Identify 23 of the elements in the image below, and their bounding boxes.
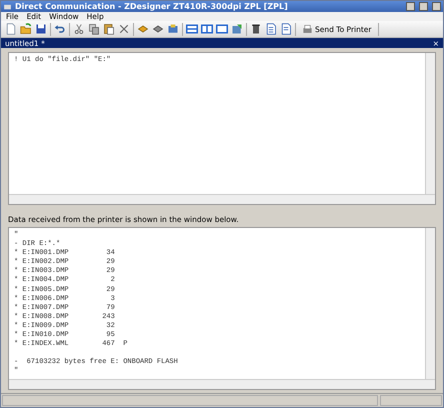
delete-icon[interactable] — [118, 23, 130, 36]
split-horizontal-icon[interactable] — [186, 23, 198, 36]
vertical-scrollbar[interactable] — [425, 53, 435, 194]
horizontal-scrollbar[interactable] — [9, 379, 435, 390]
document-icon[interactable] — [280, 23, 292, 36]
open-folder-icon[interactable] — [20, 23, 32, 36]
trash-icon[interactable] — [250, 23, 262, 36]
horizontal-scrollbar[interactable] — [9, 194, 435, 204]
window-icon[interactable] — [231, 23, 243, 36]
window-title: Direct Communication - ZDesigner ZT410R-300dpi ZPL [ZPL] — [15, 2, 289, 11]
new-file-icon[interactable] — [5, 23, 17, 36]
document-icon[interactable] — [265, 23, 277, 36]
undo-icon[interactable] — [54, 23, 66, 36]
close-button[interactable] — [432, 2, 441, 11]
minimize-button[interactable] — [406, 2, 415, 11]
split-vertical-icon[interactable] — [201, 23, 213, 36]
maximize-button[interactable] — [419, 2, 428, 11]
single-pane-icon[interactable] — [216, 23, 228, 36]
vertical-scrollbar[interactable] — [425, 228, 435, 380]
cut-icon[interactable] — [73, 23, 85, 36]
copy-icon[interactable] — [88, 23, 100, 36]
paste-icon[interactable] — [103, 23, 115, 36]
save-icon[interactable] — [35, 23, 47, 36]
